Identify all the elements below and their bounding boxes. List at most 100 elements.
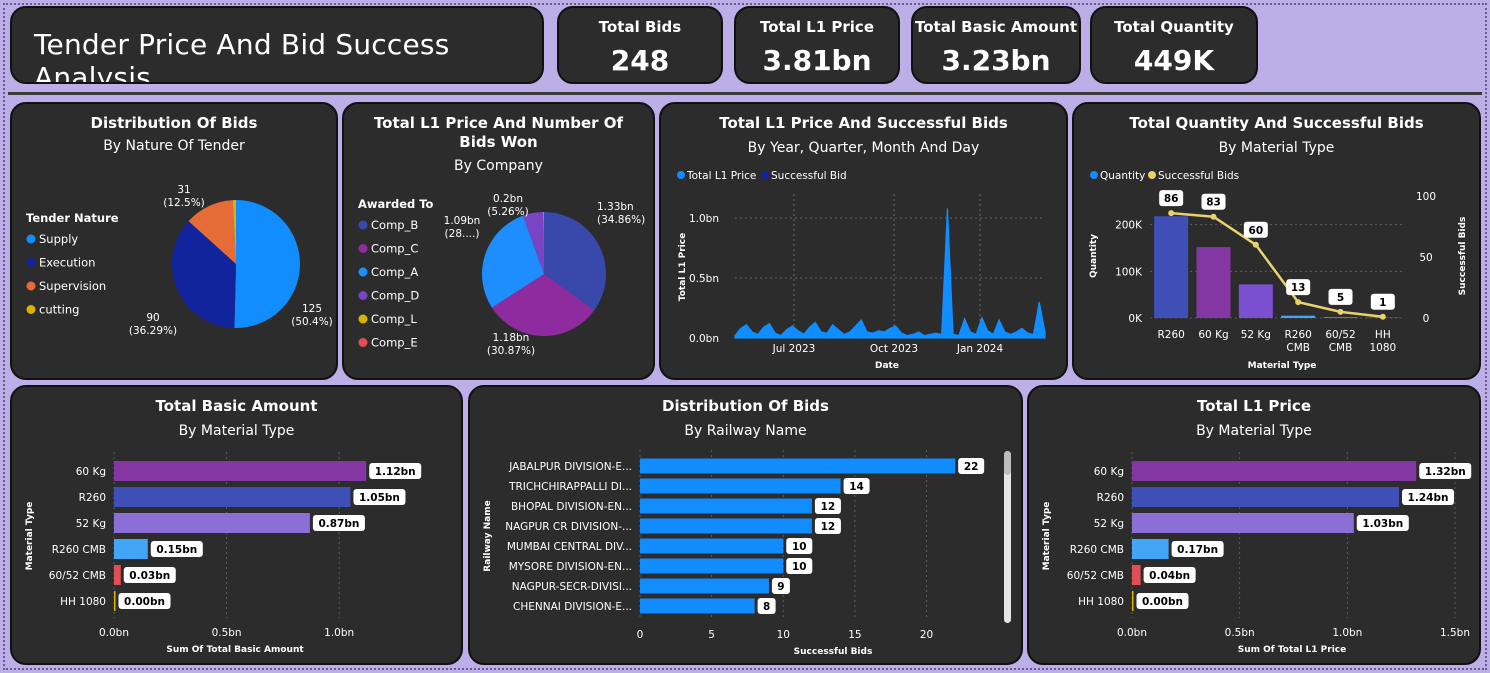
line-point — [1252, 241, 1259, 248]
x-tick-label: 0.5bn — [1225, 627, 1255, 639]
bar — [640, 458, 956, 474]
title-card: Tender Price And Bid Success Analysis — [10, 6, 544, 84]
x-tick-label: 1.0bn — [324, 627, 354, 639]
kpi-value: 3.23bn — [941, 44, 1051, 77]
x-tick-label: 10 — [777, 629, 790, 641]
data-label: 0.87bn — [318, 518, 359, 530]
kpi-label: Total Basic Amount — [914, 18, 1077, 36]
data-label: 1.09bn — [444, 215, 481, 227]
y-axis-title: Quantity — [1089, 234, 1099, 278]
y-axis-title: Railway Name — [483, 500, 493, 571]
kpi-label: Total L1 Price — [759, 18, 875, 36]
x-tick-label: CMB — [1329, 342, 1353, 354]
legend-item: Quantity — [1100, 170, 1145, 182]
data-label: (50.4%) — [291, 316, 333, 328]
y-tick-label: 52 Kg — [76, 518, 106, 530]
bar — [1132, 513, 1354, 533]
legend-marker — [1148, 171, 1156, 179]
x-axis-title: Date — [875, 361, 899, 371]
kpi-total-bids[interactable]: Total Bids 248 — [557, 6, 723, 84]
data-label: 0.00bn — [1142, 596, 1183, 608]
bar — [640, 478, 841, 494]
y-tick-label: 1.0bn — [689, 213, 719, 225]
x-tick-label: 1080 — [1369, 342, 1396, 354]
legend-marker — [358, 314, 368, 324]
bar — [640, 498, 812, 514]
y-tick-label: 100K — [1115, 266, 1143, 278]
legend-item: Successful Bids — [1158, 170, 1239, 182]
kpi-total-l1-price[interactable]: Total L1 Price 3.81bn — [734, 6, 900, 84]
y-tick-label: 60/52 CMB — [49, 570, 106, 582]
legend-item: Execution — [39, 256, 95, 270]
legend-marker — [26, 281, 36, 291]
y-tick-label: 200K — [1115, 220, 1143, 232]
data-label: (34.86%) — [597, 214, 645, 226]
series-area — [734, 208, 1046, 339]
y-tick-label: 0K — [1128, 313, 1143, 325]
l1-price-card[interactable]: Total L1 Price By Material Type 0.0bn 0.5… — [1027, 385, 1481, 665]
kpi-total-quantity[interactable]: Total Quantity 449K — [1090, 6, 1258, 84]
x-tick-label: Jan 2024 — [956, 343, 1004, 355]
x-tick-label: 5 — [708, 629, 715, 641]
kpi-total-basic-amount[interactable]: Total Basic Amount 3.23bn — [911, 6, 1081, 84]
data-label: 10 — [792, 561, 807, 573]
y-tick-label: HH 1080 — [1078, 596, 1124, 608]
x-axis-title: Material Type — [1248, 361, 1317, 371]
y-axis-title: Material Type — [1042, 502, 1052, 571]
company-pie-card[interactable]: Total L1 Price And Number Of Bids Won By… — [342, 102, 655, 380]
y-tick-label: MYSORE DIVISION-EN... — [509, 561, 632, 573]
bar — [114, 461, 367, 481]
data-label: 0.15bn — [156, 544, 197, 556]
y-tick-label: 60 Kg — [1094, 466, 1124, 478]
railway-bar-chart: 0 5 10 15 20 JABALPUR DIVISION-E... 22 TRICHCHI… — [483, 450, 985, 657]
company-pie-chart: Awarded To Comp_B Comp_C Comp_A Comp_D Comp_L… — [358, 193, 645, 357]
legend-marker — [761, 171, 769, 179]
data-label: 0.2bn — [493, 193, 523, 205]
basic-amount-bar-chart: 0.0bn 0.5bn 1.0bn 60 Kg 1.12bn R260 1.05bn 52 K… — [25, 452, 422, 655]
x-tick-label: 20 — [920, 629, 933, 641]
data-label: 12 — [821, 521, 836, 533]
x-tick-label: R260 — [1157, 329, 1184, 341]
data-label: (5.26%) — [487, 206, 529, 218]
quantity-combo-card[interactable]: Total Quantity And Successful Bids By Ma… — [1072, 102, 1481, 380]
nature-pie-card[interactable]: Distribution Of Bids By Nature Of Tender… — [10, 102, 338, 380]
x-tick-label: R260 — [1284, 329, 1311, 341]
bar — [1132, 487, 1400, 507]
line-point — [1379, 313, 1386, 320]
bar — [1196, 247, 1231, 318]
y-tick-label: 60 Kg — [76, 466, 106, 478]
legend-item: Comp_L — [371, 312, 417, 326]
x-tick-label: 0 — [637, 629, 644, 641]
data-label: 1.05bn — [359, 492, 400, 504]
x-tick-label: 1.5bn — [1440, 627, 1470, 639]
data-label: 14 — [849, 481, 864, 493]
kpi-value: 248 — [610, 44, 670, 77]
y-tick-label: 0.0bn — [689, 333, 719, 345]
y-tick-label: 52 Kg — [1094, 518, 1124, 530]
basic-amount-card[interactable]: Total Basic Amount By Material Type 0.0b… — [10, 385, 463, 665]
quantity-combo-chart: Quantity Successful Bids 0K 100K 200K 0 50 100 R… — [1089, 170, 1468, 371]
data-label: 60 — [1249, 225, 1264, 237]
trend-line-card[interactable]: Total L1 Price And Successful Bids By Ye… — [659, 102, 1068, 380]
data-label: (30.87%) — [487, 345, 535, 357]
legend-item: Supervision — [39, 279, 106, 293]
line-point — [1295, 299, 1302, 306]
y-tick-label: MUMBAI CENTRAL DIV... — [507, 541, 632, 553]
data-label: (28....) — [445, 228, 480, 240]
l1-price-bar-chart: 0.0bn 0.5bn 1.0bn 1.5bn 60 Kg 1.32bn R260 1.24b… — [1042, 452, 1472, 655]
y-tick-label: R260 CMB — [52, 544, 106, 556]
railway-bar-card[interactable]: Distribution Of Bids By Railway Name 051… — [468, 385, 1023, 665]
scrollbar-thumb[interactable] — [1004, 451, 1011, 475]
legend-marker — [358, 244, 368, 253]
scrollbar-track[interactable] — [1004, 451, 1011, 623]
y-tick-label: HH 1080 — [60, 596, 106, 608]
legend-marker — [358, 338, 368, 347]
data-label: 83 — [1206, 197, 1221, 209]
bar — [1323, 317, 1358, 318]
legend-marker — [358, 220, 368, 230]
bar — [1132, 539, 1169, 559]
data-label: 0.17bn — [1177, 544, 1218, 556]
x-tick-label: Oct 2023 — [870, 343, 918, 355]
y-tick-label: BHOPAL DIVISION-EN... — [511, 501, 632, 513]
legend-marker — [677, 171, 685, 179]
